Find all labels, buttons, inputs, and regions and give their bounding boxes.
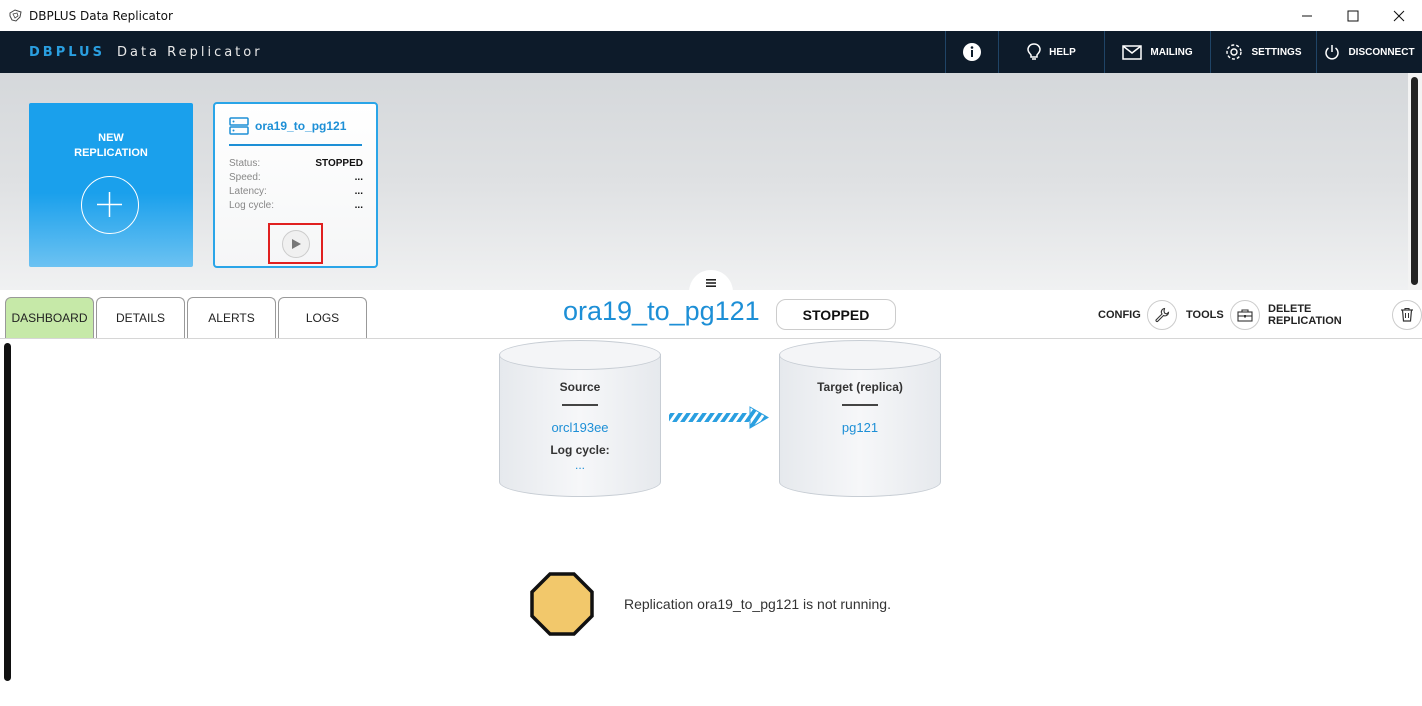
minimize-button[interactable] — [1284, 0, 1330, 31]
play-icon — [291, 238, 301, 249]
stat-row: Status: STOPPED — [229, 158, 363, 172]
stat-value: STOPPED — [315, 158, 363, 169]
replication-card-header: ora19_to_pg121 — [229, 116, 346, 136]
brand-primary: DBPLUS — [29, 44, 105, 60]
stat-row: Latency:... — [229, 186, 363, 200]
toolbox-icon — [1229, 299, 1260, 330]
tab-divider — [0, 338, 1422, 339]
cylinder-top — [779, 340, 941, 370]
new-replication-line2: REPLICATION — [74, 147, 148, 159]
gear-icon — [1226, 44, 1243, 60]
tab-dashboard[interactable]: DASHBOARD — [5, 297, 94, 338]
lightbulb-icon — [1027, 43, 1041, 60]
info-icon — [963, 43, 981, 61]
new-replication-card[interactable]: NEW REPLICATION — [29, 103, 193, 267]
replication-title: ora19_to_pg121 — [563, 296, 760, 326]
close-window-button[interactable] — [1376, 0, 1422, 31]
wrench-icon — [1146, 299, 1177, 330]
window-title: DBPLUS Data Replicator — [29, 8, 173, 23]
config-button[interactable]: CONFIG — [1098, 299, 1177, 330]
cylinder-top — [499, 340, 661, 370]
stat-label: Latency: — [229, 186, 267, 197]
tools-label: TOOLS — [1186, 308, 1224, 321]
source-database: Source orcl193ee Log cycle: ... — [499, 340, 661, 497]
settings-label: SETTINGS — [1251, 46, 1302, 58]
stat-label: Status: — [229, 158, 261, 169]
target-database: Target (replica) pg121 — [779, 340, 941, 497]
stat-value: ... — [354, 186, 363, 197]
new-replication-label: NEW REPLICATION — [29, 131, 193, 161]
log-cycle-value: ... — [574, 458, 585, 472]
status-message-text: Replication ora19_to_pg121 is not runnin… — [624, 596, 891, 612]
info-button[interactable] — [945, 31, 998, 73]
stat-value: ... — [354, 172, 363, 183]
delete-replication-button[interactable]: DELETE REPLICATION — [1268, 299, 1422, 330]
source-name: orcl193ee — [551, 420, 609, 435]
server-icon — [229, 117, 249, 135]
tab-logs[interactable]: LOGS — [278, 297, 367, 338]
replications-panel — [0, 73, 1408, 290]
replication-card-name: ora19_to_pg121 — [255, 119, 347, 133]
mailing-label: MAILING — [1150, 46, 1193, 58]
tab-details[interactable]: DETAILS — [96, 297, 185, 338]
warning-octagon-icon — [530, 572, 594, 636]
replication-card-stats: Status: STOPPED Speed:... Latency:... Log… — [229, 158, 363, 214]
disconnect-button[interactable]: DISCONNECT — [1316, 31, 1422, 73]
maximize-button[interactable] — [1330, 0, 1376, 31]
start-replication-button[interactable] — [281, 229, 310, 258]
play-highlight — [268, 223, 323, 264]
stat-row: Log cycle:... — [229, 200, 363, 214]
config-label: CONFIG — [1098, 308, 1141, 321]
new-replication-line1: NEW — [98, 132, 124, 144]
help-label: HELP — [1049, 46, 1076, 58]
stat-label: Speed: — [229, 172, 261, 183]
stat-value: ... — [354, 200, 363, 211]
power-icon — [1325, 44, 1340, 60]
panel-scrollbar-thumb[interactable] — [1411, 77, 1418, 285]
status-badge: STOPPED — [776, 299, 896, 330]
status-message: Replication ora19_to_pg121 is not runnin… — [530, 572, 891, 636]
panel-scrollbar[interactable] — [1408, 73, 1422, 290]
tab-alerts[interactable]: ALERTS — [187, 297, 276, 338]
replication-card[interactable]: ora19_to_pg121 Status: STOPPED Speed:... … — [213, 102, 378, 268]
disconnect-label: DISCONNECT — [1348, 46, 1415, 58]
target-name: pg121 — [841, 420, 879, 435]
app-header: DBPLUS Data Replicator HELP MAILING SETTI… — [0, 31, 1422, 73]
delete-replication-label: DELETE REPLICATION — [1268, 302, 1342, 327]
plus-icon — [81, 176, 139, 234]
trash-icon — [1392, 299, 1422, 330]
app-logo-icon — [7, 8, 23, 24]
window-titlebar: DBPLUS Data Replicator — [0, 0, 1422, 31]
stat-row: Speed:... — [229, 172, 363, 186]
log-cycle-label: Log cycle: — [550, 443, 610, 457]
target-title: Target (replica) — [817, 380, 903, 394]
target-info: Target (replica) pg121 — [779, 380, 941, 435]
source-info: Source orcl193ee Log cycle: ... — [499, 380, 661, 472]
help-button[interactable]: HELP — [998, 31, 1104, 73]
settings-button[interactable]: SETTINGS — [1210, 31, 1316, 73]
target-divider — [842, 404, 878, 406]
tools-button[interactable]: TOOLS — [1186, 299, 1260, 330]
brand: DBPLUS Data Replicator — [29, 45, 263, 60]
mailing-button[interactable]: MAILING — [1104, 31, 1210, 73]
stat-label: Log cycle: — [229, 200, 275, 211]
menu-icon — [706, 279, 716, 287]
source-title: Source — [559, 380, 601, 394]
replication-flow-arrow-icon — [669, 406, 769, 429]
content-scrollbar[interactable] — [4, 343, 11, 681]
brand-secondary: Data Replicator — [116, 44, 263, 60]
tab-bar: DASHBOARD DETAILS ALERTS LOGS — [5, 297, 369, 339]
source-divider — [562, 404, 598, 406]
envelope-icon — [1122, 44, 1143, 60]
replication-card-divider — [229, 144, 362, 146]
